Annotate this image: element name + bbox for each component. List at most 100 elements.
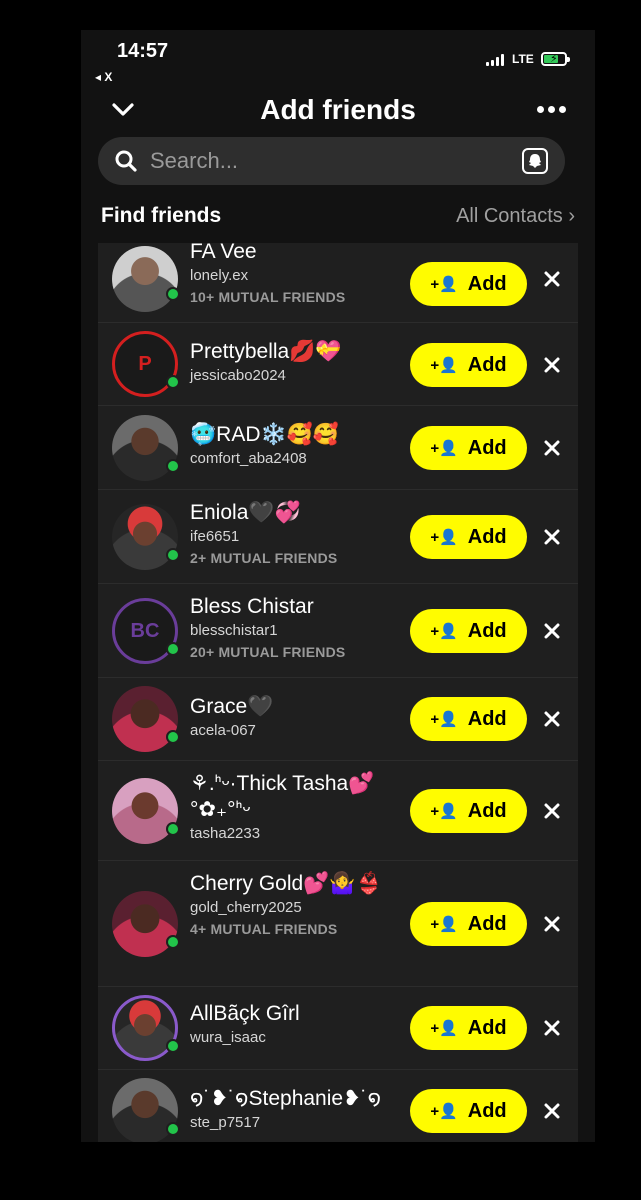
display-name: ⚘.ᑋᵕ·Thick Tasha💕 °✿₊°ᑋᵕ <box>190 772 375 821</box>
username: tasha2233 <box>190 825 261 842</box>
list-item: Cherry Gold💕🤷‍♀️👙 gold_cherry2025 4+ MUT… <box>98 861 578 987</box>
add-friend-button[interactable]: +👤 Add <box>410 515 527 559</box>
search-input[interactable] <box>150 137 510 185</box>
add-friend-button[interactable]: +👤 Add <box>410 262 527 306</box>
list-item: FA Vee lonely.ex 10+ MUTUAL FRIENDS +👤 Ad… <box>98 243 578 323</box>
display-name: Cherry Gold💕🤷‍♀️👙 <box>190 872 382 895</box>
username: lonely.ex <box>190 267 249 284</box>
add-button-label: Add <box>467 707 507 730</box>
mutual-friends-count: 4+ MUTUAL FRIENDS <box>190 921 338 937</box>
status-bar: 14:57 ◂ X LTE ⚡ <box>81 30 595 90</box>
close-icon[interactable] <box>543 356 561 374</box>
username: blesschistar1 <box>190 622 278 639</box>
search-bar[interactable] <box>98 137 565 185</box>
online-indicator <box>166 730 180 744</box>
list-item: AllBãçk Gîrl wura_isaac +👤 Add <box>98 987 578 1070</box>
add-friend-button[interactable]: +👤 Add <box>410 426 527 470</box>
add-friend-button[interactable]: +👤 Add <box>410 1006 527 1050</box>
online-indicator <box>166 459 180 473</box>
list-item: BC Bless Chistar blesschistar1 20+ MUTUA… <box>98 584 578 678</box>
close-icon[interactable] <box>543 622 561 640</box>
mutual-friends-count: 10+ MUTUAL FRIENDS <box>190 289 346 305</box>
battery-icon: ⚡ <box>541 52 570 66</box>
online-indicator <box>166 642 180 656</box>
close-icon[interactable] <box>543 1019 561 1037</box>
add-button-label: Add <box>467 1016 507 1039</box>
display-name: AllBãçk Gîrl <box>190 1002 300 1025</box>
online-indicator <box>166 1122 180 1136</box>
mutual-friends-count: 2+ MUTUAL FRIENDS <box>190 550 338 566</box>
list-item: 🥶RAD❄️🥰🥰 comfort_aba2408 +👤 Add <box>98 406 578 490</box>
add-friend-button[interactable]: +👤 Add <box>410 902 527 946</box>
username: comfort_aba2408 <box>190 450 307 467</box>
online-indicator <box>166 1039 180 1053</box>
online-indicator <box>166 548 180 562</box>
display-name: FA Vee <box>190 243 257 263</box>
add-friend-button[interactable]: +👤 Add <box>410 697 527 741</box>
add-button-label: Add <box>467 619 507 642</box>
close-icon[interactable] <box>543 915 561 933</box>
add-friend-icon: +👤 <box>430 357 458 374</box>
header: Add friends <box>81 90 595 134</box>
add-friend-icon: +👤 <box>430 1020 458 1037</box>
add-friend-button[interactable]: +👤 Add <box>410 1089 527 1133</box>
add-friend-icon: +👤 <box>430 1103 458 1120</box>
avatar[interactable] <box>112 246 178 312</box>
snapcode-scan-icon[interactable] <box>522 148 548 174</box>
username: acela-067 <box>190 722 256 739</box>
username: ste_p7517 <box>190 1114 261 1131</box>
online-indicator <box>166 935 180 949</box>
close-icon[interactable] <box>543 1102 561 1120</box>
friend-suggestion-list: FA Vee lonely.ex 10+ MUTUAL FRIENDS +👤 Ad… <box>98 243 578 1142</box>
add-button-label: Add <box>467 436 507 459</box>
add-friend-icon: +👤 <box>430 711 458 728</box>
status-time: 14:57 <box>117 40 169 62</box>
section-title: Find friends <box>101 204 222 227</box>
add-button-label: Add <box>467 525 507 548</box>
add-friend-button[interactable]: +👤 Add <box>410 789 527 833</box>
network-type: LTE <box>512 52 534 66</box>
display-name: Grace🖤 <box>190 695 274 718</box>
add-friend-icon: +👤 <box>430 529 458 546</box>
username: jessicabo2024 <box>190 367 286 384</box>
list-item: ໑˙❥˙໑Stephanie❥˙໑ ste_p7517 +👤 Add <box>98 1070 578 1142</box>
screen: 14:57 ◂ X LTE ⚡ Add friends Find friends… <box>81 30 595 1142</box>
username: gold_cherry2025 <box>190 899 302 916</box>
close-icon[interactable] <box>543 802 561 820</box>
mutual-friends-count: 20+ MUTUAL FRIENDS <box>190 644 346 660</box>
display-name: 🥶RAD❄️🥰🥰 <box>190 423 339 446</box>
username: ife6651 <box>190 528 240 545</box>
add-button-label: Add <box>467 799 507 822</box>
add-button-label: Add <box>467 1099 507 1122</box>
add-button-label: Add <box>467 912 507 935</box>
add-friend-icon: +👤 <box>430 276 458 293</box>
online-indicator <box>166 287 180 301</box>
back-to-app-link[interactable]: ◂ X <box>95 70 112 84</box>
add-friend-icon: +👤 <box>430 623 458 640</box>
list-item: P Prettybella💋💝 jessicabo2024 +👤 Add <box>98 323 578 406</box>
add-button-label: Add <box>467 353 507 376</box>
page-title: Add friends <box>260 94 416 125</box>
display-name: ໑˙❥˙໑Stephanie❥˙໑ <box>190 1087 382 1110</box>
add-button-label: Add <box>467 272 507 295</box>
add-friend-icon: +👤 <box>430 803 458 820</box>
display-name: Eniola🖤💞 <box>190 501 301 524</box>
list-item: Grace🖤 acela-067 +👤 Add <box>98 678 578 761</box>
close-icon[interactable] <box>543 710 561 728</box>
close-icon[interactable] <box>543 439 561 457</box>
close-icon[interactable] <box>543 270 561 288</box>
username: wura_isaac <box>190 1029 266 1046</box>
online-indicator <box>166 375 180 389</box>
display-name: Prettybella💋💝 <box>190 340 342 363</box>
search-icon <box>115 150 137 172</box>
add-friend-icon: +👤 <box>430 440 458 457</box>
signal-icon <box>486 54 504 66</box>
all-contacts-link[interactable]: All Contacts › <box>456 205 575 228</box>
add-friend-button[interactable]: +👤 Add <box>410 343 527 387</box>
display-name: Bless Chistar <box>190 595 314 618</box>
add-friend-button[interactable]: +👤 Add <box>410 609 527 653</box>
close-icon[interactable] <box>543 528 561 546</box>
list-item: ⚘.ᑋᵕ·Thick Tasha💕 °✿₊°ᑋᵕ tasha2233 +👤 Add <box>98 761 578 861</box>
online-indicator <box>166 822 180 836</box>
more-options-icon[interactable] <box>537 106 566 113</box>
